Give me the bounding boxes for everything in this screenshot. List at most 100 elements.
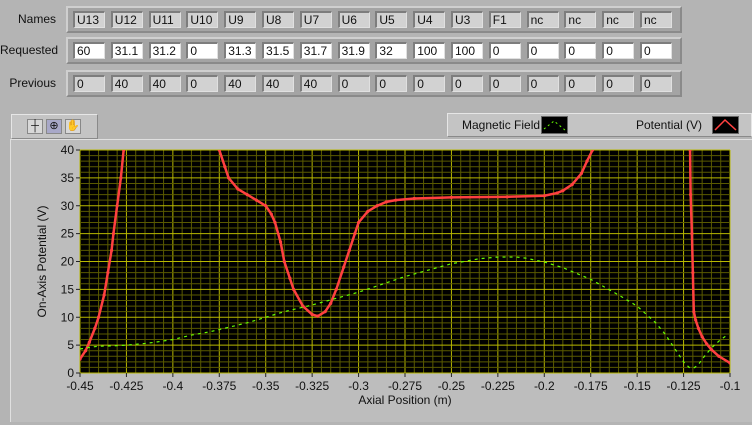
potential-point [87,340,91,344]
x-tick-label: -0.45 [66,379,94,393]
potential-point [291,287,296,291]
y-axis-label: On-Axis Potential (V) [35,205,49,317]
x-axis-label: Axial Position (m) [358,393,451,407]
potential-point [310,312,314,317]
zoom-icon[interactable]: ⊕ [46,119,62,134]
requested-cell[interactable]: 0 [564,42,597,59]
previous-cell: 0 [602,75,635,92]
requested-cell[interactable]: 0 [602,42,635,59]
potential-point [316,314,320,318]
requested-cell[interactable]: 0 [526,42,559,59]
legend-potential-label: Potential (V) [636,118,703,132]
potential-point [245,193,249,197]
row-label-requested: Requested [0,43,59,57]
previous-cell: 40 [299,75,332,92]
requested-cell[interactable]: 100 [451,42,483,59]
potential-point [269,212,273,216]
previous-cell: 40 [148,75,181,92]
requested-cell[interactable]: 60 [73,42,105,59]
names-array: U13 U12 U11 U10 U9 U8 U7 U6 U5 U4 U3 F1 nc nc nc nc [66,6,682,33]
names-cell: U5 [375,11,408,28]
y-tick-label: 40 [61,143,75,157]
names-cell: nc [602,11,635,28]
names-cell: U7 [299,11,332,28]
potential-point [288,276,292,280]
names-cell: U12 [110,11,143,28]
legend-magnetic-swatch[interactable] [541,116,568,134]
previous-cell: 0 [186,75,219,92]
pan-hand-icon[interactable]: ✋ [65,119,81,134]
x-tick-label: -0.275 [388,379,422,393]
x-tick-label: -0.35 [252,379,280,393]
potential-point [696,326,701,330]
y-tick-label: 30 [61,199,75,213]
potential-point [691,271,695,275]
x-tick-label: -0.25 [438,379,466,393]
requested-cell[interactable]: 0 [640,42,672,59]
waveform-graph: -0.45 -0.425 -0.4 -0.375 -0.35 -0.325 -0.3 -0.2… [10,139,752,422]
potential-point [111,232,116,236]
previous-cell: 0 [488,75,521,92]
potential-point [342,265,346,269]
names-cell: U13 [73,11,105,28]
names-cell: nc [640,11,672,28]
names-cell: F1 [488,11,521,28]
potential-point [555,191,559,195]
x-tick-label: -0.125 [667,379,701,393]
potential-point [282,259,286,264]
x-tick-label: -0.325 [295,379,329,393]
requested-cell[interactable]: 0 [186,42,219,59]
chart-svg[interactable]: -0.45 -0.425 -0.4 -0.375 -0.35 -0.325 -0.3 -0.2… [11,140,752,422]
x-tick-label: -0.175 [574,379,608,393]
row-label-names: Names [17,12,56,26]
potential-point [323,310,327,314]
potential-point [690,232,694,236]
previous-cell: 0 [640,75,672,92]
previous-cell: 40 [224,75,257,92]
potential-point [122,150,126,152]
x-tick-label: -0.225 [481,379,515,393]
requested-cell[interactable]: 31.1 [110,42,143,59]
potential-point [394,198,398,202]
requested-cell[interactable]: 0 [488,42,521,59]
potential-point [217,150,221,152]
potential-point [329,301,333,305]
y-tick-label: 20 [61,255,75,269]
y-tick-label: 15 [61,282,75,296]
requested-cell[interactable]: 31.7 [299,42,332,59]
potential-point [366,209,370,213]
y-tick-label: 10 [61,310,75,324]
names-cell: U3 [451,11,483,28]
graph-palette: ┼ ⊕ ✋ [11,114,98,139]
requested-cell[interactable]: 31.2 [148,42,181,59]
potential-point [384,200,389,204]
crosshair-icon[interactable]: ┼ [27,119,43,134]
names-cell: U8 [262,11,294,28]
requested-cell[interactable]: 100 [413,42,446,59]
potential-point [375,204,379,208]
potential-point [347,248,351,252]
requested-cell[interactable]: 31.5 [262,42,294,59]
potential-point [236,187,240,191]
potential-point [226,176,231,180]
plot-legend: Magnetic Field (T) Potential (V) [447,113,752,137]
legend-potential-swatch[interactable] [712,116,739,134]
x-tick-label: -0.15 [623,379,651,393]
potential-point [353,232,357,236]
potential-point [505,195,509,199]
potential-point [585,159,589,163]
requested-cell[interactable]: 31.3 [224,42,257,59]
names-cell: nc [564,11,597,28]
potential-point [692,310,696,314]
potential-point [223,165,227,169]
previous-cell: 0 [73,75,105,92]
potential-point [689,193,693,197]
names-cell: nc [526,11,559,28]
potential-point [106,271,110,275]
potential-point [119,176,123,180]
x-tick-label: -0.3 [348,379,369,393]
y-tick-label: 5 [67,338,74,352]
requested-cell[interactable]: 31.9 [337,42,370,59]
requested-cell[interactable]: 32 [375,42,408,59]
potential-point [96,315,101,319]
